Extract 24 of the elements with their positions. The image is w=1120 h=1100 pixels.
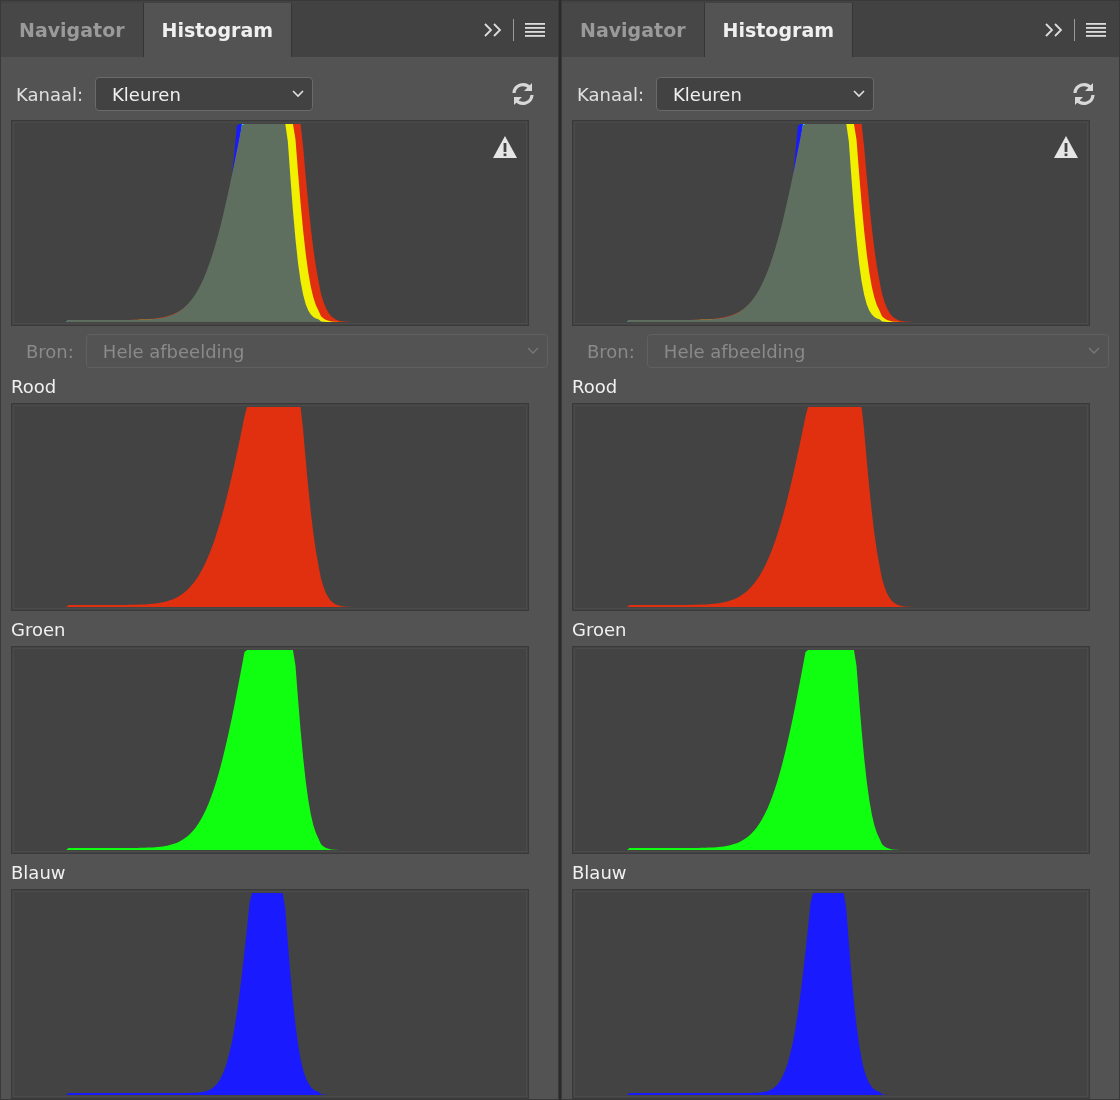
channel-name: Groen [11, 619, 67, 640]
chevron-down-icon [292, 90, 305, 98]
panel-tab[interactable]: Histogram [143, 3, 292, 57]
channel-label: Kanaal: [577, 83, 645, 105]
channel-dropdown[interactable]: Kleuren [95, 77, 314, 111]
menu-icon[interactable] [524, 22, 546, 38]
chevron-down-icon [527, 347, 539, 355]
expand-icon[interactable] [1044, 22, 1064, 38]
channel-name: Rood [572, 376, 619, 397]
chevron-down-icon [853, 90, 866, 98]
channel-name: Blauw [11, 862, 67, 883]
menu-icon[interactable] [1085, 22, 1107, 38]
channel-name: Blauw [572, 862, 628, 883]
expand-icon[interactable] [483, 22, 503, 38]
warning-icon[interactable] [492, 135, 518, 159]
chevron-down-icon [1088, 347, 1100, 355]
refresh-icon[interactable] [510, 81, 536, 107]
warning-icon[interactable] [1053, 135, 1079, 159]
panel-tab[interactable]: Histogram [704, 3, 853, 57]
refresh-icon[interactable] [1071, 81, 1097, 107]
channel-dropdown[interactable]: Kleuren [656, 77, 875, 111]
channel-label: Kanaal: [16, 83, 84, 105]
channel-name: Rood [11, 376, 58, 397]
channel-name: Groen [572, 619, 628, 640]
